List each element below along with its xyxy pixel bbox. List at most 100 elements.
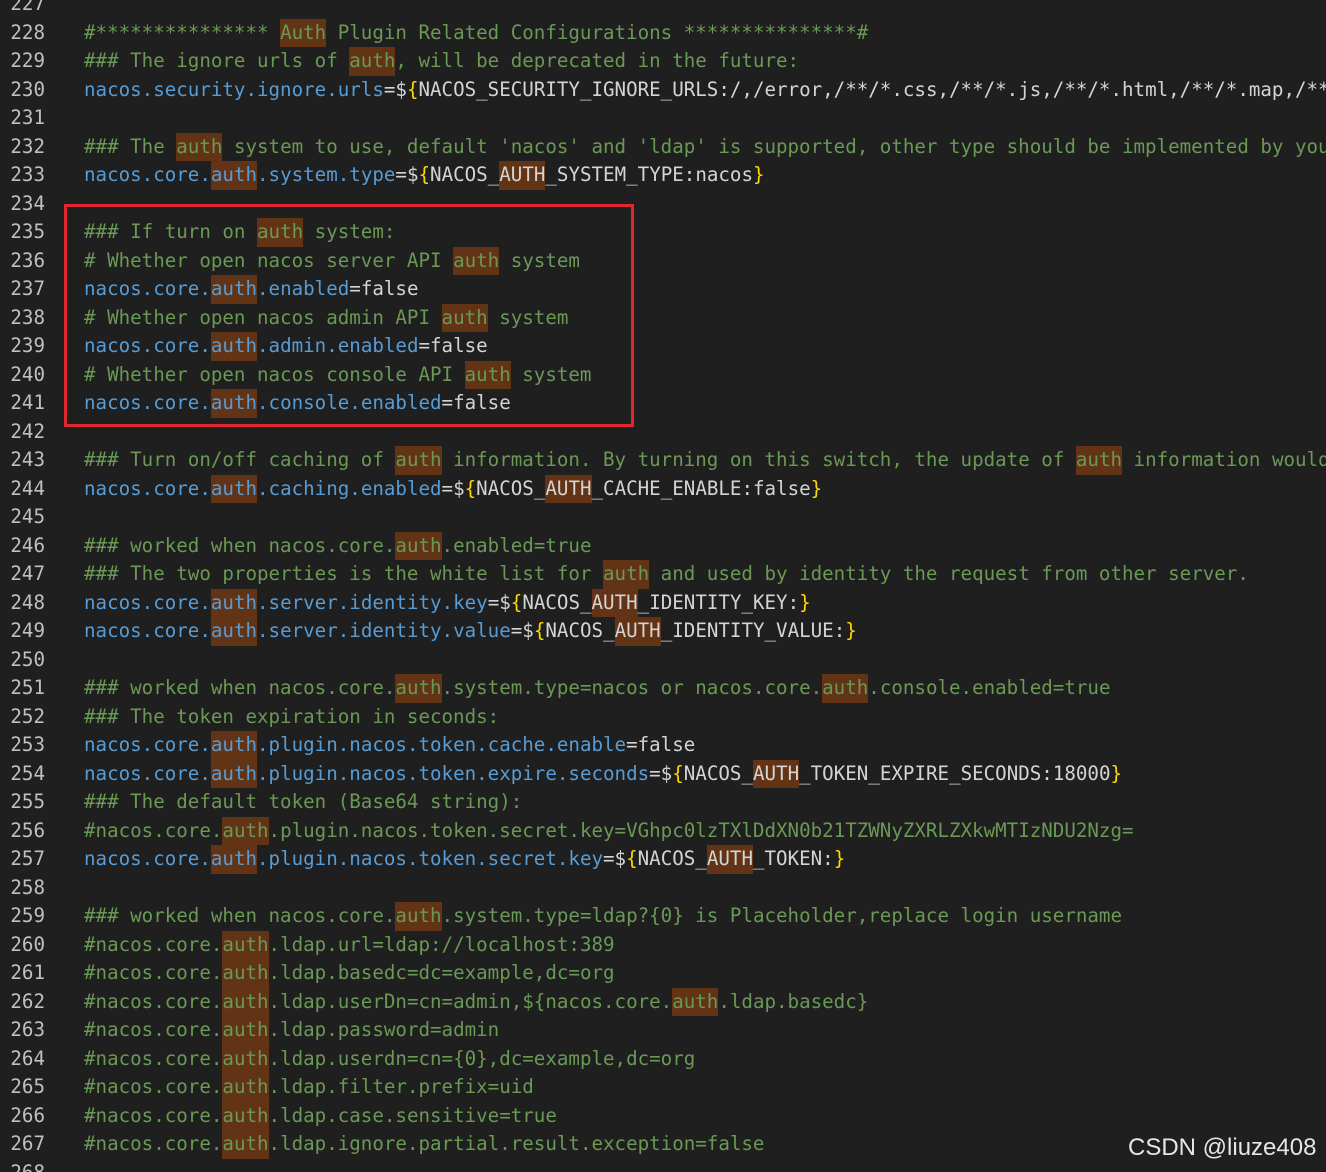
code-line[interactable]: 250	[0, 646, 1326, 675]
line-content: ### The default token (Base64 string):	[84, 788, 1326, 817]
line-content: #nacos.core.auth.ldap.basedc=dc=example,…	[84, 959, 1326, 988]
search-match-highlight: auth	[441, 303, 488, 333]
code-line[interactable]: 249 nacos.core.auth.server.identity.value…	[0, 617, 1326, 646]
code-line[interactable]: 252 ### The token expiration in seconds:	[0, 703, 1326, 732]
search-match-highlight: auth	[210, 588, 258, 618]
code-token: # Whether open nacos server API	[84, 248, 454, 272]
code-token: =false	[349, 277, 419, 301]
line-number: 250	[10, 647, 45, 671]
line-number: 263	[10, 1018, 45, 1042]
code-editor[interactable]: 227 228 #*************** Auth Plugin Relat…	[0, 0, 1326, 1172]
code-line[interactable]: 231	[0, 104, 1326, 133]
code-token: {	[510, 590, 523, 614]
search-match-highlight: auth	[395, 902, 442, 931]
search-match-highlight: AUTH	[545, 474, 592, 504]
line-content: ### Turn on/off caching of auth informat…	[84, 446, 1326, 475]
code-token: .ldap.url=ldap://localhost:389	[268, 932, 615, 956]
line-content: #*************** Auth Plugin Related Con…	[84, 18, 1326, 48]
code-line[interactable]: 229 ### The ignore urls of auth, will be …	[0, 47, 1326, 76]
code-line[interactable]: 255 ### The default token (Base64 string)…	[0, 788, 1326, 817]
code-line[interactable]: 235 ### If turn on auth system:	[0, 218, 1326, 247]
code-token: =false	[441, 391, 511, 415]
code-token: .server.identity.value	[257, 619, 511, 643]
code-token: =$	[383, 77, 407, 101]
line-content: ### worked when nacos.core.auth.system.t…	[84, 902, 1326, 931]
code-token: _TOKEN_EXPIRE_SECONDS:18000	[799, 761, 1111, 785]
line-content: ### The ignore urls of auth, will be dep…	[84, 47, 1326, 76]
line-number: 243	[10, 448, 45, 472]
code-token: =false	[626, 733, 696, 757]
code-line[interactable]: 240 # Whether open nacos console API auth…	[0, 360, 1326, 390]
line-content: ### If turn on auth system:	[84, 218, 1326, 247]
code-token: ### worked when nacos.core.	[84, 533, 396, 557]
line-number: 256	[10, 818, 45, 842]
code-line[interactable]: 263 #nacos.core.auth.ldap.password=admin	[0, 1016, 1326, 1045]
code-token: =$	[441, 476, 465, 500]
line-content: ### The two properties is the white list…	[84, 560, 1326, 589]
code-line[interactable]: 258	[0, 874, 1326, 903]
line-number: 245	[10, 505, 45, 529]
search-match-highlight: Auth	[280, 18, 327, 48]
code-token: .plugin.nacos.token.cache.enable	[257, 733, 627, 757]
code-line[interactable]: 243 ### Turn on/off caching of auth infor…	[0, 446, 1326, 475]
code-line[interactable]: 245	[0, 503, 1326, 532]
code-line[interactable]: 232 ### The auth system to use, default '…	[0, 132, 1326, 162]
line-content: nacos.core.auth.server.identity.key=${NA…	[84, 588, 1326, 618]
code-line[interactable]: 253 nacos.core.auth.plugin.nacos.token.ca…	[0, 731, 1326, 760]
code-line[interactable]: 257 nacos.core.auth.plugin.nacos.token.se…	[0, 845, 1326, 874]
line-number: 251	[10, 676, 45, 700]
code-line[interactable]: 234	[0, 190, 1326, 219]
code-token: .ldap.basedc=dc=example,dc=org	[268, 961, 615, 985]
line-content: #nacos.core.auth.ldap.userDn=cn=admin,${…	[84, 987, 1326, 1017]
line-number: 248	[10, 590, 45, 614]
code-token: }	[833, 847, 846, 871]
search-match-highlight: auth	[395, 531, 442, 561]
code-line[interactable]: 261 #nacos.core.auth.ldap.basedc=dc=examp…	[0, 959, 1326, 988]
editor-lines: 227 228 #*************** Auth Plugin Relat…	[0, 0, 1326, 1172]
code-line[interactable]: 256 #nacos.core.auth.plugin.nacos.token.s…	[0, 816, 1326, 846]
code-token: ### worked when nacos.core.	[84, 904, 396, 928]
code-line[interactable]: 247 ### The two properties is the white l…	[0, 560, 1326, 589]
code-line[interactable]: 259 ### worked when nacos.core.auth.syste…	[0, 902, 1326, 931]
search-match-highlight: auth	[453, 246, 500, 276]
code-line[interactable]: 265 #nacos.core.auth.ldap.filter.prefix=u…	[0, 1073, 1326, 1102]
code-line[interactable]: 241 nacos.core.auth.console.enabled=false	[0, 389, 1326, 418]
code-token: }	[799, 590, 811, 614]
code-token: _IDENTITY_KEY:	[637, 590, 800, 614]
code-line[interactable]: 264 #nacos.core.auth.ldap.userdn=cn={0},d…	[0, 1044, 1326, 1074]
code-line[interactable]: 230 nacos.security.ignore.urls=${NACOS_SE…	[0, 76, 1326, 105]
code-token: NACOS_	[683, 761, 753, 785]
code-token: ### The two properties is the white list…	[84, 562, 603, 586]
search-match-highlight: auth	[176, 132, 223, 162]
code-line[interactable]: 244 nacos.core.auth.caching.enabled=${NAC…	[0, 474, 1326, 504]
code-line[interactable]: 239 nacos.core.auth.admin.enabled=false	[0, 332, 1326, 361]
code-token: ### The	[84, 134, 177, 158]
line-number: 262	[10, 989, 45, 1013]
line-number: 257	[10, 847, 45, 871]
line-number: 252	[10, 704, 45, 728]
line-number: 232	[10, 134, 45, 158]
search-match-highlight: auth	[464, 360, 511, 390]
code-token: nacos.core.	[84, 277, 211, 301]
line-content: nacos.core.auth.plugin.nacos.token.secre…	[84, 845, 1326, 874]
code-token: nacos.core.	[84, 761, 211, 785]
code-line[interactable]: 246 ### worked when nacos.core.auth.enabl…	[0, 531, 1326, 561]
code-line[interactable]: 254 nacos.core.auth.plugin.nacos.token.ex…	[0, 759, 1326, 789]
code-token: #nacos.core.	[84, 1075, 223, 1099]
code-line[interactable]: 228 #*************** Auth Plugin Related …	[0, 18, 1326, 48]
code-line[interactable]: 236 # Whether open nacos server API auth …	[0, 246, 1326, 276]
code-line[interactable]: 238 # Whether open nacos admin API auth s…	[0, 303, 1326, 333]
code-line[interactable]: 227	[0, 0, 1326, 19]
code-line[interactable]: 237 nacos.core.auth.enabled=false	[0, 275, 1326, 304]
code-line[interactable]: 242	[0, 418, 1326, 447]
code-line[interactable]: 262 #nacos.core.auth.ldap.userDn=cn=admin…	[0, 987, 1326, 1017]
line-content: ### worked when nacos.core.auth.enabled=…	[84, 531, 1326, 561]
line-content	[84, 0, 1326, 19]
code-line[interactable]: 251 ### worked when nacos.core.auth.syste…	[0, 674, 1326, 703]
code-line[interactable]: 233 nacos.core.auth.system.type=${NACOS_A…	[0, 161, 1326, 190]
code-line[interactable]: 266 #nacos.core.auth.ldap.case.sensitive=…	[0, 1101, 1326, 1131]
code-line[interactable]: 248 nacos.core.auth.server.identity.key=$…	[0, 588, 1326, 618]
line-content	[84, 874, 1326, 903]
search-match-highlight: auth	[222, 816, 269, 846]
code-line[interactable]: 260 #nacos.core.auth.ldap.url=ldap://loca…	[0, 930, 1326, 960]
